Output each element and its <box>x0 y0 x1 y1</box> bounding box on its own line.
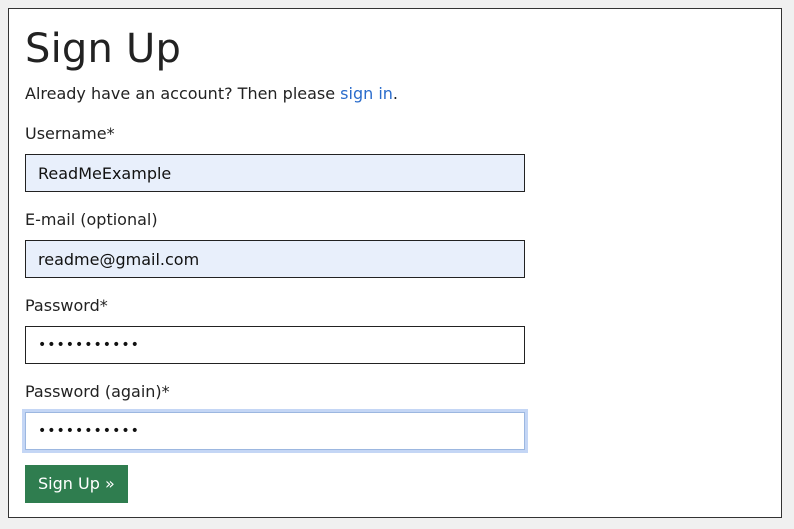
email-label: E-mail (optional) <box>25 210 158 229</box>
email-field[interactable] <box>25 240 525 278</box>
username-field[interactable] <box>25 154 525 192</box>
page-title: Sign Up <box>25 26 182 72</box>
signup-card: Sign Up Already have an account? Then pl… <box>8 8 782 518</box>
password-again-field[interactable] <box>25 412 525 450</box>
sign-up-button[interactable]: Sign Up » <box>25 465 128 503</box>
signin-prompt: Already have an account? Then please sig… <box>25 83 398 105</box>
password-again-label: Password (again)* <box>25 382 170 401</box>
password-field[interactable] <box>25 326 525 364</box>
signin-prompt-text: Already have an account? Then please <box>25 84 341 103</box>
username-label: Username* <box>25 124 115 143</box>
signin-prompt-end: . <box>392 84 399 103</box>
password-label: Password* <box>25 296 108 315</box>
signin-link[interactable]: sign in <box>340 84 393 103</box>
